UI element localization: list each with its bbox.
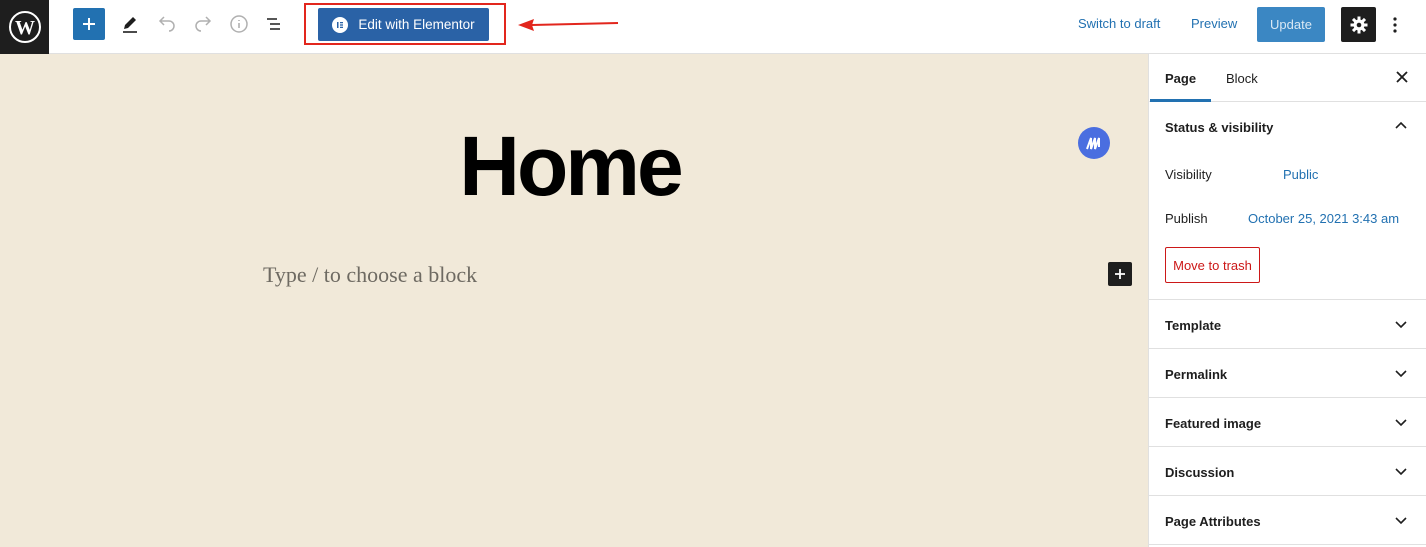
- panel-label: Featured image: [1165, 416, 1262, 431]
- edit-with-elementor-label: Edit with Elementor: [358, 17, 475, 32]
- panel-label: Page Attributes: [1165, 514, 1261, 529]
- redo-button[interactable]: [187, 8, 219, 40]
- visibility-value-button[interactable]: Public: [1283, 167, 1318, 182]
- settings-button[interactable]: [1341, 7, 1376, 42]
- undo-button[interactable]: [151, 8, 183, 40]
- svg-text:W: W: [15, 17, 35, 39]
- undo-icon: [158, 16, 175, 32]
- switch-to-draft-button[interactable]: Switch to draft: [1078, 16, 1160, 31]
- tab-page[interactable]: Page: [1165, 71, 1196, 86]
- tools-button[interactable]: [114, 8, 146, 40]
- chevron-down-icon: [1395, 370, 1407, 378]
- status-visibility-toggle[interactable]: Status & visibility: [1165, 120, 1273, 135]
- sidebar-tabs: Page Block: [1149, 54, 1426, 102]
- publish-label: Publish: [1165, 211, 1208, 226]
- inline-add-block-button[interactable]: [1108, 262, 1132, 286]
- options-menu-button[interactable]: [1385, 10, 1405, 40]
- chevron-down-icon: [1395, 468, 1407, 476]
- featured-image-panel[interactable]: Featured image: [1149, 398, 1426, 447]
- add-block-button[interactable]: [73, 8, 105, 40]
- pencil-icon: [123, 17, 137, 33]
- details-button[interactable]: [223, 8, 255, 40]
- chevron-down-icon: [1395, 321, 1407, 329]
- list-view-icon: [267, 18, 280, 30]
- redo-icon: [195, 16, 212, 32]
- gear-icon: [1350, 16, 1367, 33]
- editor-top-bar: W Edit with Elementor Switch to draft Pr…: [0, 0, 1426, 54]
- info-icon: [230, 15, 248, 33]
- list-view-button[interactable]: [258, 8, 290, 40]
- wordpress-icon: W: [8, 11, 41, 43]
- discussion-panel[interactable]: Discussion: [1149, 447, 1426, 496]
- editor-canvas: Home Type / to choose a block: [0, 54, 1148, 547]
- panel-label: Template: [1165, 318, 1222, 333]
- update-button[interactable]: Update: [1257, 7, 1325, 42]
- settings-sidebar: Page Block Status & visibility Visibilit…: [1148, 54, 1426, 547]
- grammarly-icon[interactable]: [1078, 127, 1110, 159]
- chevron-up-icon[interactable]: [1394, 119, 1408, 133]
- elementor-icon: [332, 16, 349, 33]
- visibility-label: Visibility: [1165, 167, 1212, 182]
- plus-icon: [83, 18, 95, 30]
- panel-label: Permalink: [1165, 367, 1228, 382]
- close-sidebar-button[interactable]: [1393, 68, 1411, 86]
- close-icon: [1396, 71, 1408, 83]
- plus-icon: [1115, 269, 1125, 279]
- chevron-down-icon: [1395, 517, 1407, 525]
- red-arrow-annotation: [518, 19, 619, 31]
- page-attributes-panel[interactable]: Page Attributes: [1149, 496, 1426, 545]
- block-placeholder[interactable]: Type / to choose a block: [263, 262, 477, 288]
- wordpress-logo-button[interactable]: W: [0, 0, 49, 54]
- edit-with-elementor-button[interactable]: Edit with Elementor: [318, 8, 489, 41]
- panel-label: Discussion: [1165, 465, 1235, 480]
- permalink-panel[interactable]: Permalink: [1149, 349, 1426, 398]
- chevron-down-icon: [1395, 419, 1407, 427]
- more-vertical-icon: [1393, 17, 1397, 33]
- status-visibility-panel: Status & visibility Visibility Public Pu…: [1149, 102, 1426, 300]
- template-panel[interactable]: Template: [1149, 300, 1426, 349]
- preview-button[interactable]: Preview: [1191, 16, 1237, 31]
- publish-date-button[interactable]: October 25, 2021 3:43 am: [1248, 211, 1399, 226]
- move-to-trash-button[interactable]: Move to trash: [1165, 247, 1260, 283]
- tab-block[interactable]: Block: [1226, 71, 1258, 86]
- post-title[interactable]: Home: [0, 124, 1140, 208]
